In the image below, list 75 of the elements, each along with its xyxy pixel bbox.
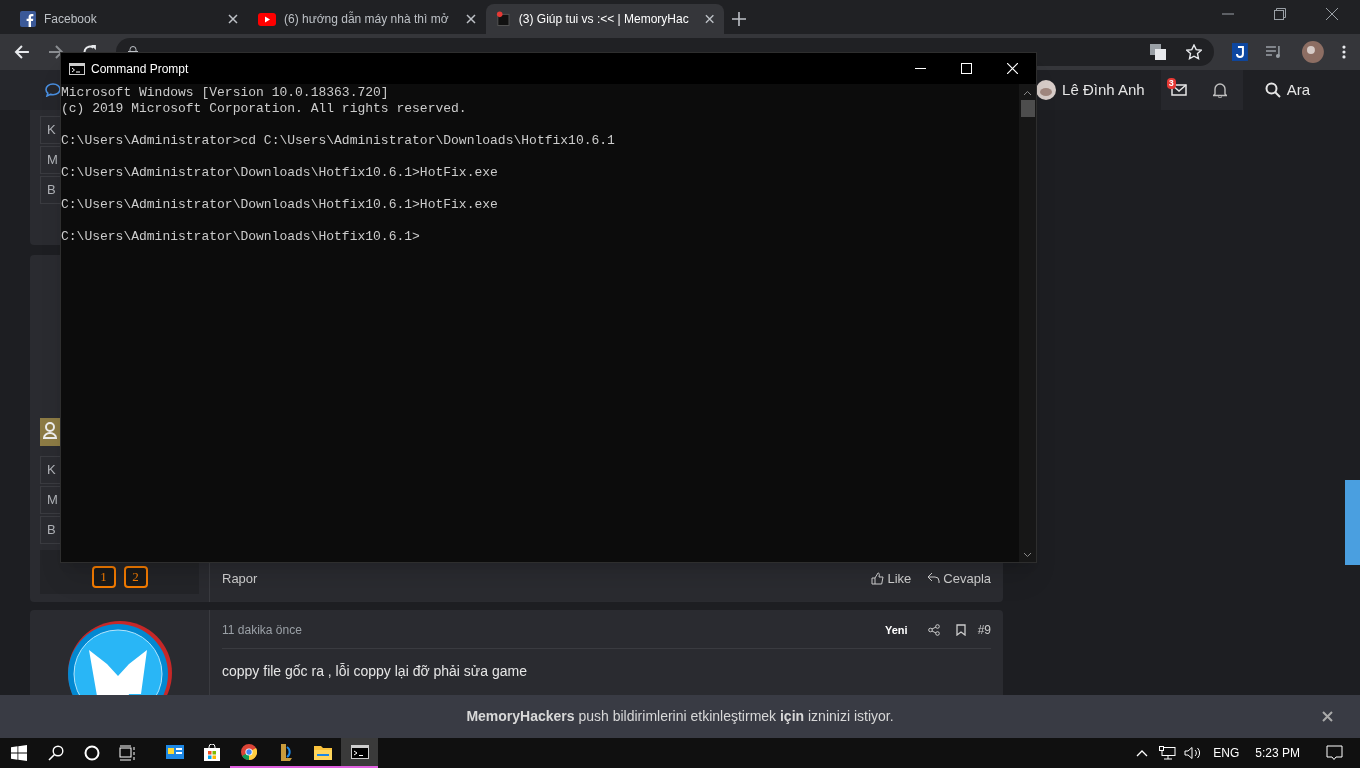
taskbar-app[interactable] (341, 738, 378, 768)
user-avatar-icon (1036, 80, 1057, 100)
restore-icon[interactable] (1274, 8, 1286, 20)
task-view-icon[interactable] (119, 745, 137, 761)
search-icon[interactable] (48, 745, 64, 761)
back-arrow-icon[interactable] (14, 44, 30, 60)
action-center-icon[interactable] (1326, 745, 1343, 761)
facebook-icon (20, 11, 36, 27)
browser-tab[interactable]: (6) hướng dẫn máy nhà thì mở (248, 4, 486, 34)
browser-tab[interactable]: (3) Giúp tui vs :<< | MemoryHac (486, 4, 724, 34)
console-line: Microsoft Windows [Version 10.0.18363.720] (61, 85, 390, 101)
scrollbar-thumb[interactable] (1345, 480, 1360, 565)
scrollbar-thumb[interactable] (1020, 100, 1035, 117)
new-tab-icon[interactable] (732, 12, 746, 26)
translate-icon[interactable] (1150, 44, 1167, 60)
scroll-up-icon[interactable] (1023, 90, 1032, 96)
console-line: C:\Users\Administrator>cd C:\Users\Administrator\Downloads\Hotfix10.6.1 (61, 133, 616, 149)
rank-badge: 1 (91, 566, 116, 588)
chevron-up-icon[interactable] (1136, 749, 1149, 757)
rank-badge: 2 (123, 566, 148, 588)
profile-avatar-icon[interactable] (1302, 41, 1324, 63)
reply-button[interactable]: Cevapla (927, 568, 991, 588)
window-title: Command Prompt (91, 60, 189, 78)
console-icon (350, 745, 369, 759)
report-link[interactable]: Rapor (222, 568, 258, 588)
search-icon (1264, 82, 1281, 98)
scroll-down-icon[interactable] (1023, 552, 1032, 558)
extension-icon[interactable] (1232, 43, 1249, 61)
emblem-icon (278, 743, 293, 761)
user-menu[interactable]: Lê Đình Anh (1032, 70, 1161, 110)
network-icon[interactable] (1159, 746, 1177, 760)
search-button[interactable]: Ara (1242, 70, 1320, 110)
thumbs-up-icon (871, 571, 885, 585)
chat-bubble-icon[interactable] (45, 83, 61, 97)
console-line: C:\Users\Administrator\Downloads\Hotfix10.6.1>HotFix.exe (61, 197, 499, 213)
browser-tab[interactable]: Facebook (10, 4, 248, 34)
new-label: Yeni (885, 622, 908, 638)
menu-icon[interactable] (1342, 45, 1346, 59)
console-line: C:\Users\Administrator\Downloads\Hotfix10.6.1>HotFix.exe (61, 165, 499, 181)
close-icon[interactable] (466, 14, 476, 24)
cortana-circle-icon[interactable] (84, 745, 100, 761)
forward-arrow-icon[interactable] (47, 44, 64, 60)
post-text: coppy file gốc ra , lỗi coppy lại đỡ phải sửa game (222, 662, 528, 681)
clock-time[interactable]: 5:23 PM (1255, 744, 1300, 762)
contact-card-icon (165, 745, 184, 759)
close-icon[interactable] (1326, 8, 1338, 20)
user-icon (40, 418, 60, 446)
maximize-icon[interactable] (961, 63, 972, 74)
post-number[interactable]: #9 (977, 621, 991, 639)
language-indicator[interactable]: ENG (1213, 744, 1240, 762)
notification-text: MemoryHackers push bildirimlerini etkinleştirmek için izninizi istiyor. (466, 707, 894, 726)
chrome-icon (240, 744, 257, 760)
user-name: Lê Đình Anh (1062, 79, 1145, 100)
windows-start-icon[interactable] (11, 745, 27, 761)
tab-title: Facebook (44, 11, 97, 28)
console-line: (c) 2019 Microsoft Corporation. All rights reserved. (61, 101, 468, 117)
bookmark-icon[interactable] (955, 624, 966, 636)
close-icon[interactable] (228, 14, 238, 24)
speaker-icon[interactable] (1184, 746, 1202, 760)
post-time: 11 dakika önce (222, 622, 302, 639)
tab-title: (6) hướng dẫn máy nhà thì mở (284, 10, 449, 28)
share-icon[interactable] (927, 624, 940, 636)
reply-arrow-icon (927, 572, 941, 585)
close-icon[interactable] (704, 14, 714, 24)
console-line: C:\Users\Administrator\Downloads\Hotfix10.6.1> (61, 229, 421, 245)
notification-badge: 3 (1166, 78, 1176, 89)
folder-icon (313, 744, 332, 760)
console-icon (69, 62, 85, 75)
video-play-icon (258, 12, 276, 26)
star-icon[interactable] (1186, 44, 1203, 60)
like-button[interactable]: Like (871, 568, 912, 588)
tab-title: (3) Giúp tui vs :<< | MemoryHac (518, 11, 689, 28)
site-favicon-icon (496, 11, 511, 27)
shopping-bag-icon (203, 743, 220, 761)
bell-icon[interactable] (1212, 82, 1227, 98)
